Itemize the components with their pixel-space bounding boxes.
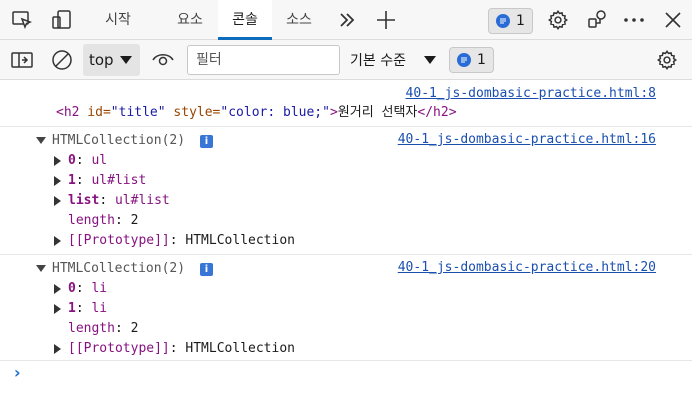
property-value: li [91,281,108,296]
property-sep: : [75,281,92,296]
property-sep: : [114,321,131,336]
console-prompt-chevron-icon[interactable]: › [14,363,21,382]
expand-triangle-icon[interactable] [54,156,61,166]
property-sep: : [75,153,92,168]
inspect-element-icon[interactable] [10,8,34,32]
attr-name: style= [165,105,221,120]
property-value: ul#list [91,173,147,188]
property-sep: : [99,193,115,208]
info-icon[interactable]: i [200,263,213,276]
issues-badge[interactable]: 1 [488,8,533,34]
attr-name: id= [79,105,111,120]
settings-gear-icon[interactable] [546,8,570,32]
property-sep: : [75,173,92,188]
issues-icon [457,53,472,67]
collection-summary[interactable]: HTMLCollection(2) [52,131,185,151]
tab-sources[interactable]: 소스 [272,0,326,40]
property-sep: : [114,213,131,228]
property-key: [[Prototype]] [68,233,170,248]
property-value: li [91,301,108,316]
collapse-triangle-icon[interactable] [36,265,46,272]
property-key: length [68,213,115,228]
device-emulation-icon[interactable] [50,8,74,32]
expand-triangle-icon[interactable] [54,344,61,354]
toggle-sidebar-icon[interactable] [10,48,34,72]
chevron-down-icon [424,56,436,64]
property-value: 2 [130,213,139,228]
console-settings-gear-icon[interactable] [655,48,679,72]
property-row[interactable]: 1: ul#list [68,171,146,191]
tag-close: </h2> [417,105,457,120]
property-key: length [68,321,115,336]
property-value: HTMLCollection [185,341,295,356]
source-link[interactable]: 40-1_js-dombasic-practice.html:8 [406,86,656,101]
property-row[interactable]: 0: ul [68,151,107,171]
property-key: 0 [68,153,76,168]
clear-console-icon[interactable] [50,48,74,72]
expand-triangle-icon[interactable] [54,176,61,186]
tag-bracket: > [329,105,338,120]
expand-triangle-icon[interactable] [54,236,61,246]
property-row[interactable]: 0: li [68,279,107,299]
property-key: list [68,193,100,208]
issues-count: 1 [477,52,486,68]
filter-input[interactable] [187,45,340,75]
console-log: 40-1_js-dombasic-practice.html:8 <h2 id=… [0,80,692,404]
context-value: top [89,51,114,69]
console-message: 40-1_js-dombasic-practice.html:16 HTMLCo… [0,127,692,255]
property-value: HTMLCollection [185,233,295,248]
attr-value: "color: blue;" [220,105,330,120]
console-toolbar: top 기본 수준 [0,40,692,80]
console-issues-badge[interactable]: 1 [449,47,494,73]
more-tabs-icon[interactable] [335,8,359,32]
property-sep: : [169,233,186,248]
property-key: [[Prototype]] [68,341,170,356]
log-level-selector[interactable]: 기본 수준 [350,44,440,76]
issues-icon [496,14,511,28]
expand-triangle-icon[interactable] [54,196,61,206]
context-selector[interactable]: top [83,44,140,76]
source-link[interactable]: 40-1_js-dombasic-practice.html:20 [398,260,656,275]
property-row[interactable]: 1: li [68,299,107,319]
property-key: 1 [68,173,76,188]
attr-value: "title" [110,105,166,120]
customize-connections-icon[interactable] [586,8,610,32]
collapse-triangle-icon[interactable] [36,137,46,144]
property-value: ul [91,153,108,168]
property-sep: : [75,301,92,316]
more-options-icon[interactable] [622,8,646,32]
collection-summary[interactable]: HTMLCollection(2) [52,259,185,279]
property-value: 2 [130,321,139,336]
live-expression-eye-icon[interactable] [151,48,175,72]
add-tab-icon[interactable] [374,8,398,32]
devtools-tab-bar: 시작 요소 콘솔 소스 1 [0,0,692,40]
expand-triangle-icon[interactable] [54,284,61,294]
property-row[interactable]: [[Prototype]]: HTMLCollection [68,231,295,251]
console-message: 40-1_js-dombasic-practice.html:20 HTMLCo… [0,255,692,361]
property-value: ul#list [114,193,170,208]
property-key: 0 [68,281,76,296]
property-sep: : [169,341,186,356]
element-text: 원거리 선택자 [337,105,418,120]
property-row: length: 2 [68,211,138,231]
chevron-down-icon [120,56,132,64]
tab-welcome[interactable]: 시작 [90,0,146,40]
property-row[interactable]: [[Prototype]]: HTMLCollection [68,339,295,359]
console-message: 40-1_js-dombasic-practice.html:8 <h2 id=… [0,80,692,127]
issues-count: 1 [516,13,525,29]
close-icon[interactable] [661,8,685,32]
source-link[interactable]: 40-1_js-dombasic-practice.html:16 [398,132,656,147]
html-element-output[interactable]: <h2 id="title" style="color: blue;">원거리 … [56,103,457,123]
tab-elements[interactable]: 요소 [162,0,218,40]
info-icon[interactable]: i [200,135,213,148]
property-key: 1 [68,301,76,316]
expand-triangle-icon[interactable] [54,304,61,314]
tag-open: <h2 [56,105,80,120]
tab-console[interactable]: 콘솔 [218,0,272,40]
property-row[interactable]: list: ul#list [68,191,170,211]
log-level-value: 기본 수준 [350,53,406,69]
property-row: length: 2 [68,319,138,339]
